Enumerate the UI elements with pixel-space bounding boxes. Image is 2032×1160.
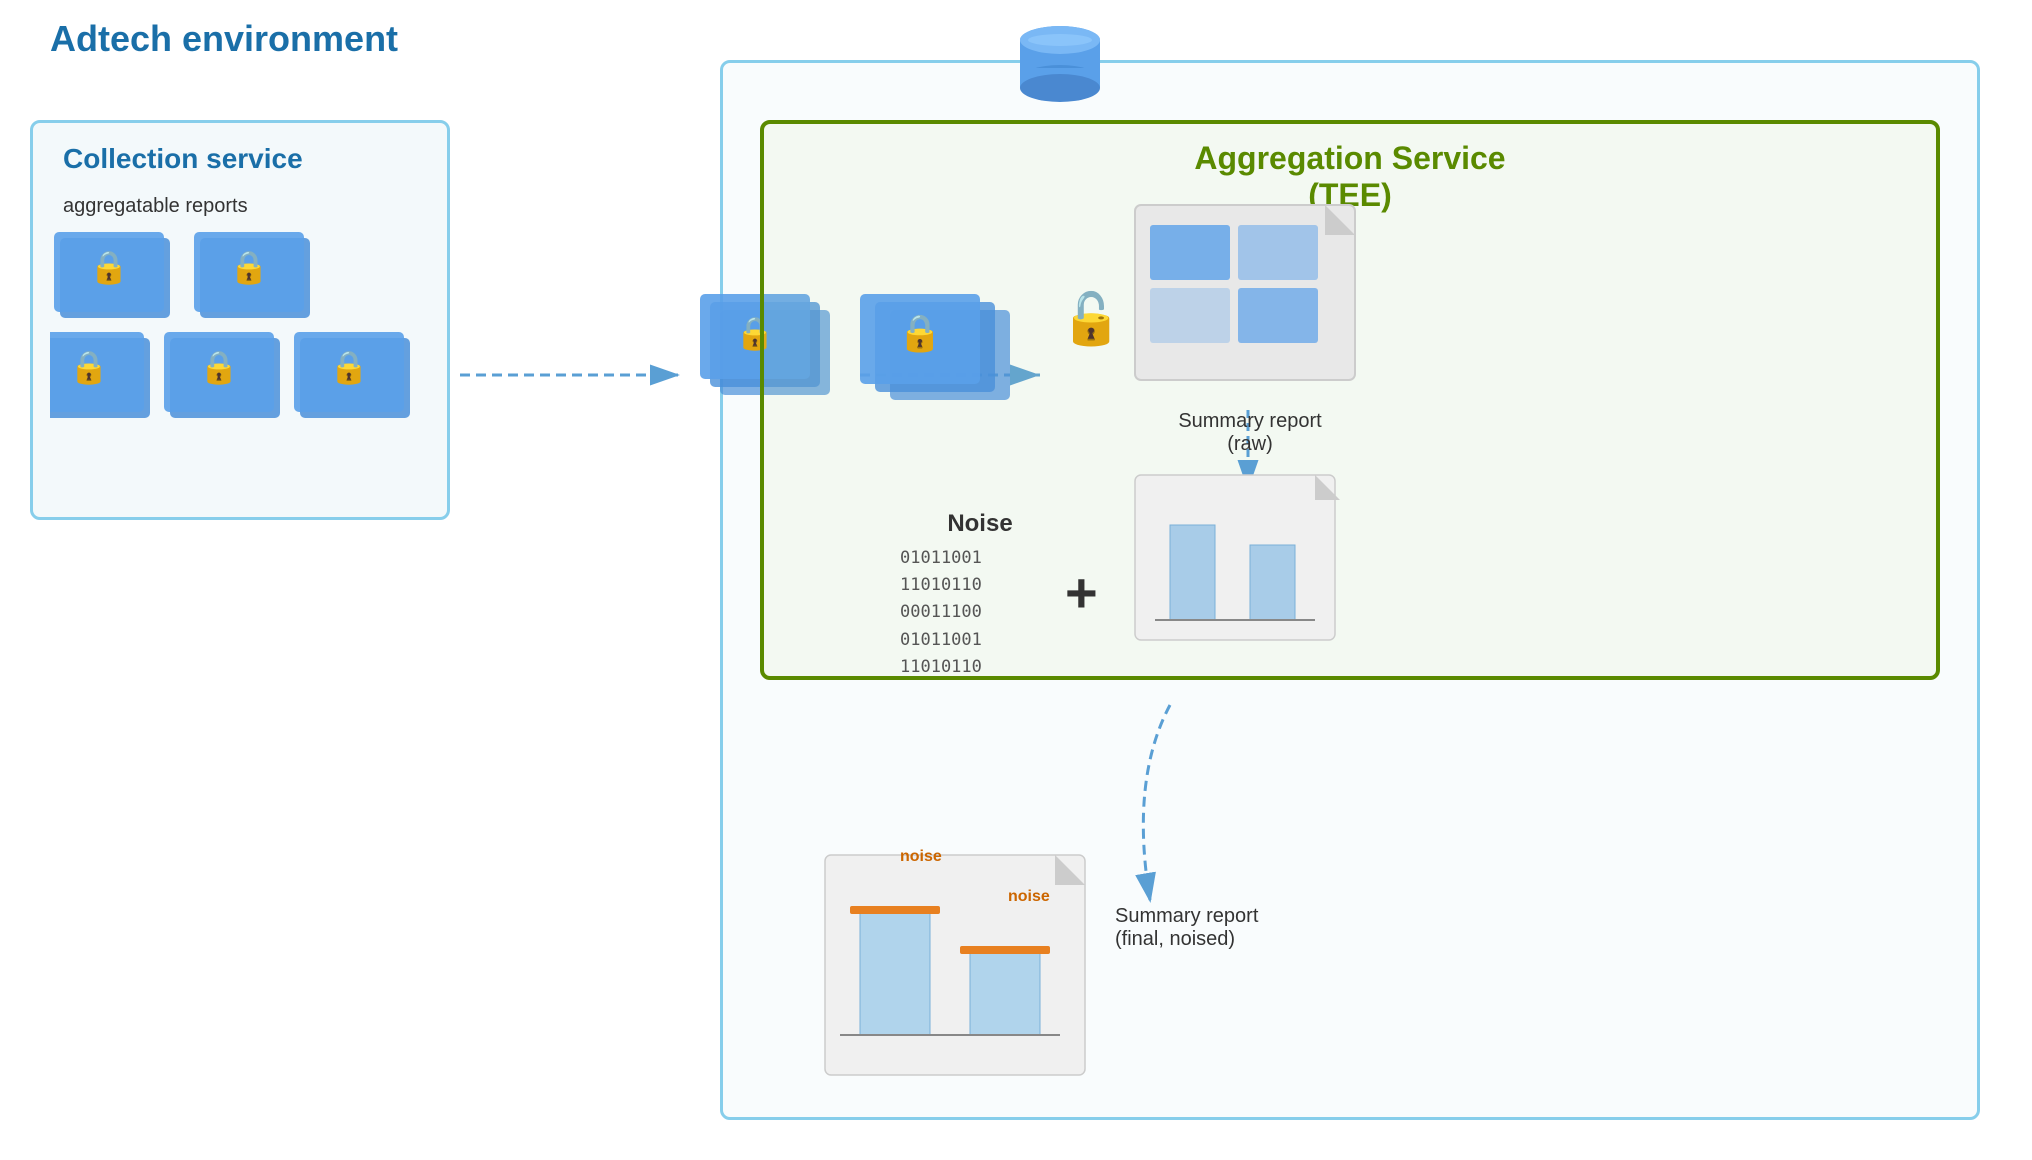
summary-report-final-label: Summary report (final, noised)	[1115, 905, 1258, 951]
open-lock-icon: 🔓	[1060, 290, 1122, 349]
noise-annotation-1: noise	[900, 848, 942, 866]
summary-report-raw-label: Summary report (raw)	[1150, 410, 1350, 456]
svg-text:🔒: 🔒	[89, 249, 129, 285]
summary-report-final-card	[820, 850, 1100, 1090]
bar-chart-raw	[1130, 470, 1350, 650]
arrow-collection-to-middle	[455, 360, 695, 390]
collection-report-cards: 🔒 🔒 🔒 🔒 🔒	[50, 230, 430, 500]
plus-sign: +	[1065, 560, 1098, 625]
database-icon	[1010, 18, 1110, 118]
aggregation-service-label-line1: Aggregation Service	[764, 140, 1936, 177]
collection-service-label: Collection service	[63, 143, 303, 175]
summary-report-raw-card	[1130, 200, 1370, 400]
agg-report-stack: 🔒	[840, 290, 1030, 460]
svg-text:🔒: 🔒	[199, 349, 239, 385]
adtech-environment-label: Adtech environment	[50, 18, 398, 60]
noise-annotation-2: noise	[1008, 888, 1050, 906]
svg-text:🔒: 🔒	[229, 249, 269, 285]
svg-text:🔒: 🔒	[329, 349, 369, 385]
diagram-container: Adtech environment Collection service ag…	[0, 0, 2032, 1160]
svg-text:🔒: 🔒	[898, 312, 943, 353]
noise-binary: 01011001 11010110 00011100 01011001 1101…	[900, 545, 982, 681]
collection-service-sublabel: aggregatable reports	[63, 195, 248, 218]
noise-label: Noise	[920, 510, 1040, 538]
svg-text:🔒: 🔒	[69, 349, 109, 385]
